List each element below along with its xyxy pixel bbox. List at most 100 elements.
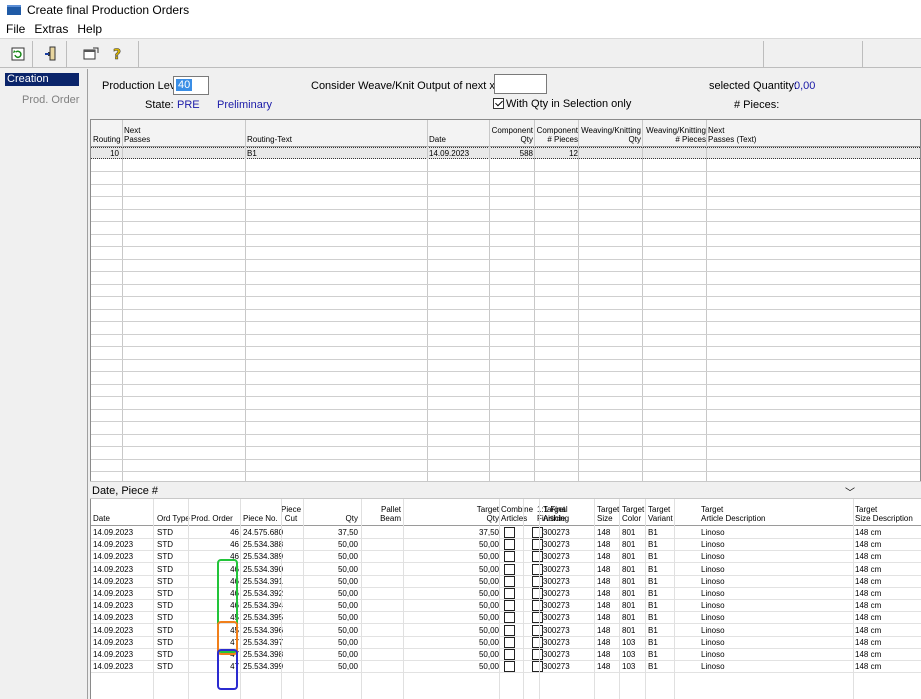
col-qty[interactable]: Qty	[336, 514, 358, 523]
row-divider	[91, 383, 920, 385]
table-row[interactable]: 14.09.2023 STD 47 25.534.397 50,00 50,00 30027…	[91, 636, 921, 649]
combine-articles-checkbox[interactable]	[504, 588, 515, 599]
col-target-article-description[interactable]: Target Article Description	[701, 505, 765, 523]
cell-piece-no: 25.534.397	[243, 637, 284, 647]
cell-target-size-description: 148 cm	[855, 601, 882, 611]
menu-extras[interactable]: Extras	[34, 22, 68, 36]
table-row[interactable]: 14.09.2023 STD 46 25.534.392 50,00 50,00 30027…	[91, 588, 921, 600]
col-ord-type[interactable]: Ord Type	[157, 514, 190, 523]
combine-articles-checkbox[interactable]	[504, 600, 515, 612]
cell-qty: 50,00	[337, 650, 358, 659]
table-row[interactable]: 14.09.2023 STD 46 25.534.391 50,00 50,00 30027…	[91, 575, 921, 588]
combine-articles-checkbox[interactable]	[504, 539, 515, 551]
routing-row-selected[interactable]: 10 B1 14.09.2023 588 12	[91, 147, 920, 159]
col-target-variant[interactable]: Target Variant	[648, 505, 673, 523]
cell-qty: 50,00	[337, 662, 358, 672]
col-wk-qty[interactable]: Weaving/Knitting Qty	[580, 126, 641, 144]
table-row[interactable]: 14.09.2023 STD 46 25.534.388 50,00 50,00 30027…	[91, 539, 921, 552]
properties-icon[interactable]	[81, 44, 101, 64]
col-component-pieces[interactable]: Component # Pieces	[536, 126, 578, 144]
production-level-input[interactable]: 40	[173, 76, 209, 95]
col-combine-articles[interactable]: Combine Articles	[501, 505, 533, 523]
combine-articles-checkbox[interactable]	[504, 649, 515, 660]
menu-file[interactable]: File	[6, 22, 25, 36]
combine-articles-checkbox[interactable]	[504, 575, 515, 587]
menu-help[interactable]: Help	[77, 22, 102, 36]
final-finishing-checkbox[interactable]	[532, 551, 543, 563]
state-text: Preliminary	[217, 99, 273, 111]
weave-hours-input[interactable]	[494, 74, 547, 94]
col-date[interactable]: Date	[429, 135, 446, 144]
table-row[interactable]: 14.09.2023 STD 46 25.534.394 50,00 50,00 30027…	[91, 600, 921, 613]
final-finishing-checkbox[interactable]	[532, 624, 543, 636]
final-finishing-checkbox[interactable]	[532, 588, 543, 599]
table-row[interactable]: 14.09.2023 STD 46 24.575.680 37,50 37,50 30027…	[91, 527, 921, 539]
final-finishing-checkbox[interactable]	[532, 661, 543, 673]
cell-target-size-description: 148 cm	[855, 637, 882, 647]
refresh-icon[interactable]	[8, 44, 28, 64]
col-prod-order[interactable]: Prod. Order	[191, 514, 233, 523]
final-finishing-checkbox[interactable]	[532, 636, 543, 648]
with-qty-checkbox[interactable]: With Qty in Selection only	[493, 98, 631, 110]
group-by-bar[interactable]: Date, Piece # ﹀	[90, 481, 921, 499]
final-finishing-checkbox[interactable]	[532, 649, 543, 660]
cell-qty: 50,00	[337, 613, 358, 623]
col-target-color[interactable]: Target Color	[622, 505, 644, 523]
title-bar: Create final Production Orders	[0, 0, 921, 20]
col-date[interactable]: Date	[93, 514, 110, 523]
final-finishing-checkbox[interactable]	[532, 527, 543, 538]
combine-articles-checkbox[interactable]	[504, 527, 515, 538]
cell-target-article-description: Linoso	[701, 589, 725, 598]
row-divider	[91, 433, 920, 435]
col-target-size-description[interactable]: Target Size Description	[855, 505, 913, 523]
combine-articles-checkbox[interactable]	[504, 551, 515, 563]
group-by-label: Date, Piece #	[92, 485, 159, 497]
cell-date: 14.09.2023	[429, 149, 470, 158]
table-row[interactable]: 14.09.2023 STD 47 25.534.398 50,00 50,00 30027…	[91, 649, 921, 661]
col-target-article[interactable]: Target Article	[543, 505, 565, 523]
combine-articles-checkbox[interactable]	[504, 563, 515, 575]
cell-target-article: 300273	[543, 625, 570, 635]
col-routing-text[interactable]: Routing-Text	[247, 135, 292, 144]
main-panel: Production Level: 40 State: PRE Prelimin…	[89, 69, 921, 699]
cell-target-variant: B1	[648, 576, 658, 586]
table-row[interactable]: 14.09.2023 STD 46 25.534.390 50,00 50,00 30027…	[91, 563, 921, 576]
chevron-down-icon[interactable]: ﹀	[845, 484, 855, 499]
row-divider	[91, 333, 920, 335]
combine-articles-checkbox[interactable]	[504, 636, 515, 648]
final-finishing-checkbox[interactable]	[532, 575, 543, 587]
sidebar-item-creation[interactable]: Creation	[5, 73, 79, 86]
table-row[interactable]: 14.09.2023 STD 47 25.534.399 50,00 50,00 30027…	[91, 661, 921, 674]
sidebar-item-prod-order[interactable]: Prod. Order	[22, 94, 79, 106]
cell-target-color: 801	[622, 601, 636, 611]
col-target-size[interactable]: Target Size	[597, 505, 619, 523]
final-finishing-checkbox[interactable]	[532, 563, 543, 575]
cell-ord-type: STD	[157, 576, 173, 586]
col-piece-no[interactable]: Piece No.	[243, 514, 278, 523]
cell-target-color: 103	[622, 662, 636, 672]
pieces-grid[interactable]: Date Ord Type Prod. Order Piece No. Piec…	[90, 499, 921, 699]
cell-target-qty: 50,00	[478, 601, 499, 611]
table-row[interactable]: 14.09.2023 STD 45 25.534.396 50,00 50,00 30027…	[91, 624, 921, 637]
cell-qty: 50,00	[337, 540, 358, 550]
final-finishing-checkbox[interactable]	[532, 539, 543, 551]
table-row[interactable]: 14.09.2023 STD 45 25.534.395 50,00 50,00 30027…	[91, 612, 921, 625]
col-pallet-beam[interactable]: Pallet Beam	[377, 505, 401, 523]
exit-icon[interactable]	[41, 44, 61, 64]
col-next-passes[interactable]: Next Passes	[124, 126, 150, 144]
combine-articles-checkbox[interactable]	[504, 661, 515, 673]
help-icon[interactable]: ?	[107, 44, 127, 64]
final-finishing-checkbox[interactable]	[532, 612, 543, 624]
app-icon	[7, 5, 21, 15]
final-finishing-checkbox[interactable]	[532, 600, 543, 612]
cell-target-qty: 50,00	[478, 613, 499, 623]
col-piece-cut[interactable]: Piece Cut	[281, 505, 301, 523]
col-wk-pieces[interactable]: Weaving/Knitting # Pieces	[643, 126, 706, 144]
combine-articles-checkbox[interactable]	[504, 612, 515, 624]
col-component-qty[interactable]: Component Qty	[491, 126, 533, 144]
combine-articles-checkbox[interactable]	[504, 624, 515, 636]
table-row[interactable]: 14.09.2023 STD 46 25.534.389 50,00 50,00 30027…	[91, 551, 921, 564]
col-routing[interactable]: Routing	[93, 135, 121, 144]
col-next-passes-text[interactable]: Next Passes (Text)	[708, 126, 756, 144]
col-target-qty[interactable]: Target Qty	[469, 505, 499, 523]
